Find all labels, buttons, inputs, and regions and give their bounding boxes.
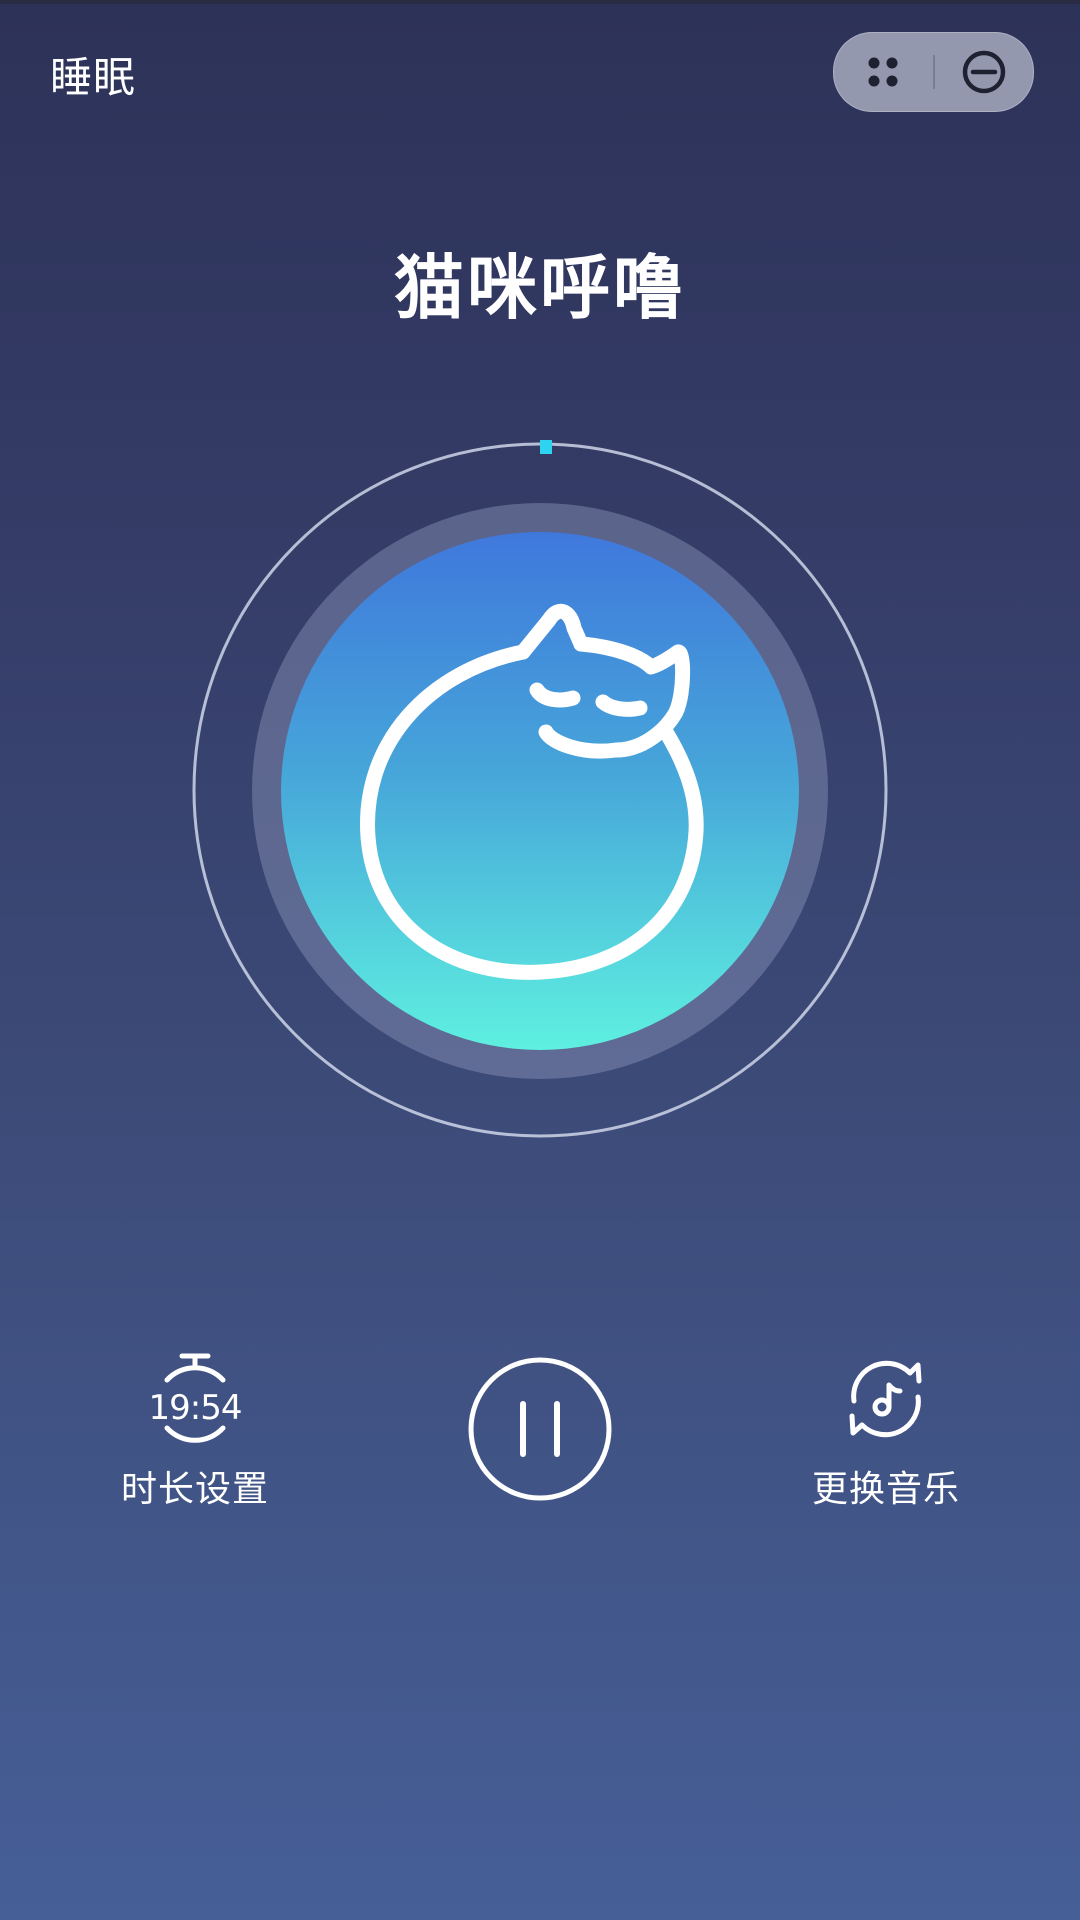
change-music-button[interactable]: 更换音乐 bbox=[796, 1350, 976, 1510]
sound-title: 猫咪呼噜 bbox=[394, 247, 686, 329]
timer-setting-label: 时长设置 bbox=[120, 1469, 269, 1510]
change-music-label: 更换音乐 bbox=[811, 1469, 960, 1510]
timer-time: 19:54 bbox=[148, 1388, 243, 1428]
mini-program-capsule bbox=[833, 32, 1034, 112]
four-dots-icon bbox=[868, 57, 898, 87]
music-refresh-icon bbox=[849, 1360, 922, 1438]
sleeping-cat-icon bbox=[360, 603, 704, 980]
timer-setting-button[interactable]: 19:54 时长设置 bbox=[105, 1350, 285, 1510]
page-title: 睡眠 bbox=[50, 53, 137, 102]
more-button[interactable] bbox=[834, 33, 932, 111]
pause-button[interactable] bbox=[467, 1356, 613, 1502]
minus-circle-icon bbox=[962, 50, 1005, 94]
pause-icon bbox=[468, 1357, 612, 1501]
progress-marker bbox=[540, 440, 552, 454]
artwork-disc bbox=[281, 532, 799, 1050]
status-strip bbox=[0, 0, 1080, 4]
close-button[interactable] bbox=[934, 33, 1033, 111]
